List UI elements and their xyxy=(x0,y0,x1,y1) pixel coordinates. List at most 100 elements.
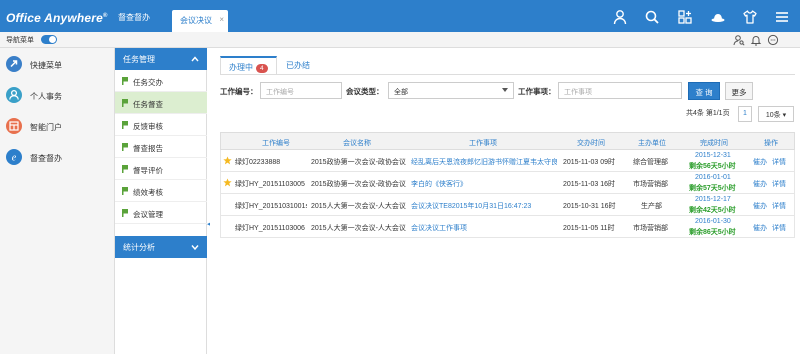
apps-grid-icon[interactable] xyxy=(677,9,693,25)
cell-assign-time: 2015-10-31 16时 xyxy=(563,203,616,210)
brand-text: Office Anywhere xyxy=(6,11,104,25)
table-row: 绿灯HY_20151103006 2015人大第一次会议-人大会议 会议决议工作… xyxy=(220,216,795,238)
meeting-type-value: 全部 xyxy=(394,89,408,96)
th-dept[interactable]: 主办单位 xyxy=(623,138,681,148)
chevron-down-icon xyxy=(191,245,199,251)
detail-link[interactable]: 详情 xyxy=(772,157,786,167)
close-icon[interactable]: × xyxy=(219,15,224,24)
cell-dept: 综合管理部 xyxy=(633,159,668,166)
subnav-item-performance[interactable]: 绩效考核 xyxy=(115,180,207,202)
hat-icon[interactable] xyxy=(710,9,726,25)
cell-matter-link[interactable]: 经乱离后天恩流夜郎忆旧游书怀赠江夏韦太守良宰 xyxy=(411,157,557,167)
th-work-no[interactable]: 工作编号 xyxy=(247,138,305,148)
th-assign-time[interactable]: 交办时间 xyxy=(561,138,621,148)
subnav-item-report[interactable]: 督查报告 xyxy=(115,136,207,158)
subnav-group-statistics[interactable]: 统计分析 xyxy=(115,236,207,258)
star-icon[interactable] xyxy=(223,156,232,165)
topnav-supervision-link[interactable]: 督查督办 xyxy=(118,12,150,23)
subnav-item-label: 任务交办 xyxy=(133,78,163,87)
star-icon[interactable] xyxy=(223,178,232,187)
flag-icon xyxy=(122,209,128,217)
page-size-select[interactable]: 10条 ▾ xyxy=(758,106,794,122)
meeting-type-select[interactable]: 全部 xyxy=(388,82,514,99)
subnav-item-evaluation[interactable]: 督导评价 xyxy=(115,158,207,180)
subnav-item-label: 绩效考核 xyxy=(133,188,163,197)
cell-due-date: 2016-01-01 xyxy=(695,174,731,181)
query-button[interactable]: 查 询 xyxy=(688,82,720,100)
cell-due-date: 2015-12-31 xyxy=(695,152,731,159)
cell-work-no: 绿灯HY_20151031001sp xyxy=(235,203,307,210)
table-row: 绿灯HY_20151031001sp 2015人大第一次会议-人大会议 会议决议… xyxy=(220,194,795,216)
leftnav-item-quick-menu[interactable]: 快捷菜单 xyxy=(0,50,115,80)
leftnav-item-supervision[interactable]: e 督查督办 xyxy=(0,143,115,173)
top-bar: Office Anywhere® 督查督办 会议决议 × xyxy=(0,0,800,32)
subnav-item-feedback-review[interactable]: 反馈审核 xyxy=(115,114,207,136)
cell-assign-time: 2015-11-03 16时 xyxy=(563,181,616,188)
tab-label: 办理中 xyxy=(229,63,253,72)
subnav-item-supervise[interactable]: 任务督查 xyxy=(115,92,207,114)
top-tab-meeting-resolution[interactable]: 会议决议 × xyxy=(172,10,228,32)
detail-link[interactable]: 详情 xyxy=(772,223,786,233)
brand-mark: ® xyxy=(103,13,108,19)
tab-divider xyxy=(220,74,795,75)
subnav-item-meeting[interactable]: 会议管理 xyxy=(115,202,207,224)
search-icon[interactable] xyxy=(644,9,660,25)
subnav-item-label: 任务督查 xyxy=(133,100,163,109)
th-matter[interactable]: 工作事项 xyxy=(409,138,557,148)
cell-due-date: 2016-01-30 xyxy=(695,218,731,225)
work-matter-input[interactable]: 工作事项 xyxy=(558,82,682,99)
user-icon[interactable] xyxy=(612,9,628,25)
user-circle-icon xyxy=(6,87,22,103)
cell-matter-link[interactable]: 会议决议工作事项 xyxy=(411,223,557,233)
cell-remain: 剩余86天5小时 xyxy=(689,229,736,236)
cell-matter-link[interactable]: 李白的《侠客行》 xyxy=(411,179,557,189)
cell-meeting: 2015人大第一次会议-人大会议 xyxy=(311,225,406,232)
tab-in-progress[interactable]: 办理中 4 xyxy=(220,56,277,74)
subnav-item-label: 督导评价 xyxy=(133,166,163,175)
flag-icon xyxy=(122,121,128,129)
caret-down-icon xyxy=(502,88,508,92)
cell-work-no: 绿灯02233888 xyxy=(235,159,281,166)
flag-icon xyxy=(122,143,128,151)
cell-matter-link[interactable]: 会议决议TE82015年10月31日16:47:23 xyxy=(411,201,557,211)
left-nav: 快捷菜单 个人事务 智能门户 e 督查督办 xyxy=(0,48,115,354)
flag-icon xyxy=(122,77,128,85)
menu-icon[interactable] xyxy=(774,9,790,25)
leftnav-item-portal[interactable]: 智能门户 xyxy=(0,112,115,142)
urge-link[interactable]: 催办 xyxy=(753,179,767,189)
th-ops: 操作 xyxy=(764,140,778,147)
meeting-type-label: 会议类型： xyxy=(346,87,384,96)
shirt-icon[interactable] xyxy=(742,9,758,25)
nav-menu-toggle[interactable] xyxy=(41,35,57,44)
th-due[interactable]: 完成时间 xyxy=(683,138,745,148)
urge-link[interactable]: 催办 xyxy=(753,223,767,233)
more-button[interactable]: 更多 xyxy=(725,82,753,100)
th-meeting[interactable]: 会议名称 xyxy=(309,138,405,148)
table-header: 工作编号 会议名称 工作事项 交办时间 主办单位 完成时间 操作 xyxy=(220,132,795,150)
subnav-item-assign[interactable]: 任务交办 xyxy=(115,70,207,92)
portal-icon xyxy=(6,118,22,134)
subnav-item-label: 反馈审核 xyxy=(133,122,163,131)
detail-link[interactable]: 详情 xyxy=(772,201,786,211)
subnav-item-label: 会议管理 xyxy=(133,210,163,219)
cell-remain: 剩余57天5小时 xyxy=(689,185,736,192)
subnav-group-task-management[interactable]: 任务管理 xyxy=(115,48,207,70)
user-search-icon[interactable] xyxy=(733,34,745,46)
cell-meeting: 2015政协第一次会议-政协会议 xyxy=(311,159,406,166)
cell-meeting: 2015政协第一次会议-政协会议 xyxy=(311,181,406,188)
leftnav-item-personal[interactable]: 个人事务 xyxy=(0,81,115,111)
detail-link[interactable]: 详情 xyxy=(772,179,786,189)
chat-icon[interactable] xyxy=(767,34,779,46)
tab-completed[interactable]: 已办结 xyxy=(278,56,318,74)
work-no-input[interactable]: 工作编号 xyxy=(260,82,342,99)
arrow-circle-icon xyxy=(6,56,22,72)
count-badge: 4 xyxy=(256,64,268,73)
cell-dept: 市场营销部 xyxy=(633,225,668,232)
leftnav-label: 督查督办 xyxy=(30,154,62,163)
urge-link[interactable]: 催办 xyxy=(753,201,767,211)
cell-work-no: 绿灯HY_20151103006 xyxy=(235,225,305,232)
page-number-button[interactable]: 1 xyxy=(738,106,752,122)
bell-icon[interactable] xyxy=(750,34,762,46)
top-tab-label: 会议决议 xyxy=(180,16,212,25)
urge-link[interactable]: 催办 xyxy=(753,157,767,167)
